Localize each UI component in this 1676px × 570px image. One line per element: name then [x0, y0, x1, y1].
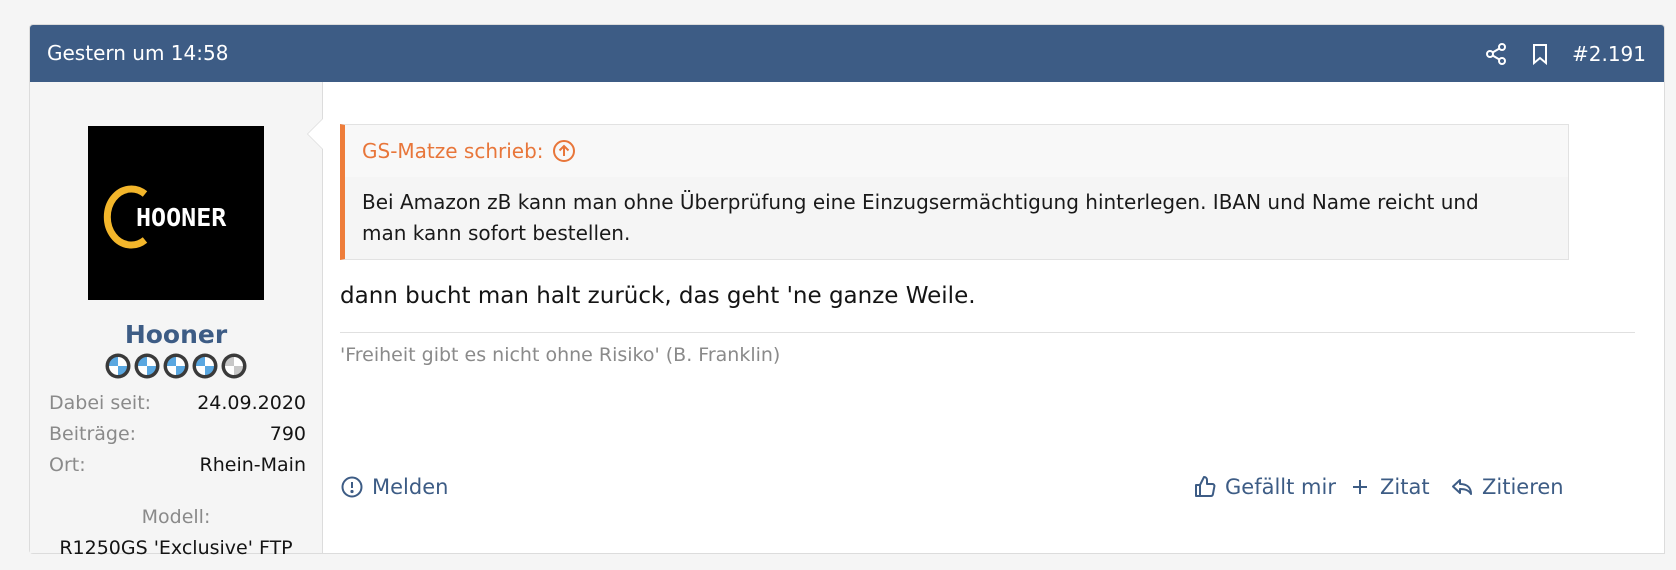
reply-label: Zitieren — [1482, 475, 1564, 499]
like-label: Gefällt mir — [1225, 475, 1336, 499]
rank-roundel-filled — [192, 353, 218, 379]
stat-row-posts: Beiträge: 790 — [49, 419, 306, 450]
stat-value: 24.09.2020 — [197, 392, 306, 414]
quote-header: GS-Matze schrieb: — [345, 125, 1568, 177]
signature-divider — [340, 332, 1635, 333]
report-button[interactable]: Melden — [340, 472, 448, 502]
username-link[interactable]: Hooner — [30, 320, 322, 349]
post-content: GS-Matze schrieb: Bei Amazon zB kann man… — [307, 82, 1665, 554]
multiquote-label: Zitat — [1380, 475, 1430, 499]
quote-author-link[interactable]: GS-Matze schrieb: — [362, 139, 544, 163]
like-button[interactable]: Gefällt mir — [1193, 472, 1336, 502]
forum-post: Gestern um 14:58 #2.191 HOONER Hooner Da… — [29, 24, 1665, 559]
thumbs-up-icon — [1193, 475, 1217, 499]
user-stats: Dabei seit: 24.09.2020 Beiträge: 790 Ort… — [49, 388, 306, 481]
quote-text: Bei Amazon zB kann man ohne Überprüfung … — [362, 190, 1479, 245]
stat-label: Beiträge: — [49, 423, 137, 445]
avatar-logo: HOONER — [88, 126, 264, 300]
post-header: Gestern um 14:58 #2.191 — [30, 25, 1664, 82]
stat-value: Rhein-Main — [199, 454, 306, 476]
avatar[interactable]: HOONER — [88, 126, 264, 300]
alert-circle-icon — [340, 475, 364, 499]
model-value: R1250GS 'Exclusive' FTP — [59, 537, 293, 559]
plus-icon — [1348, 475, 1372, 499]
avatar-logo-text: HOONER — [136, 203, 227, 232]
bookmark-icon[interactable] — [1528, 42, 1552, 66]
rank-roundel-empty — [221, 353, 247, 379]
user-info-column: HOONER Hooner Dabei seit: 24.09.2020 Bei… — [30, 82, 322, 559]
post-message: dann bucht man halt zurück, das geht 'ne… — [340, 283, 976, 309]
rank-roundel-filled — [134, 353, 160, 379]
multiquote-button[interactable]: Zitat — [1348, 472, 1430, 502]
post-date[interactable]: Gestern um 14:58 — [47, 25, 228, 82]
post-header-actions: #2.191 — [1484, 25, 1646, 82]
reply-arrow-icon — [1450, 475, 1474, 499]
stat-label: Dabei seit: — [49, 392, 152, 414]
rank-roundel-filled — [163, 353, 189, 379]
arrow-circle-up-icon[interactable] — [552, 139, 576, 163]
stat-row-joined: Dabei seit: 24.09.2020 — [49, 388, 306, 419]
report-label: Melden — [372, 475, 449, 499]
model-label: Modell: — [141, 506, 211, 528]
stat-row-location: Ort: Rhein-Main — [49, 450, 306, 481]
bmw-roundel-rank-icon — [105, 353, 247, 379]
post-number-link[interactable]: #2.191 — [1572, 42, 1646, 66]
stat-value: 790 — [269, 423, 306, 445]
stat-label: Ort: — [49, 454, 86, 476]
rank-icons — [104, 352, 248, 380]
signature: 'Freiheit gibt es nicht ohne Risiko' (B.… — [340, 344, 781, 366]
reply-quote-button[interactable]: Zitieren — [1450, 472, 1564, 502]
rank-roundel-filled — [105, 353, 131, 379]
quote-block: GS-Matze schrieb: Bei Amazon zB kann man… — [340, 124, 1569, 260]
speech-arrow-fill — [308, 119, 323, 149]
share-icon[interactable] — [1484, 42, 1508, 66]
